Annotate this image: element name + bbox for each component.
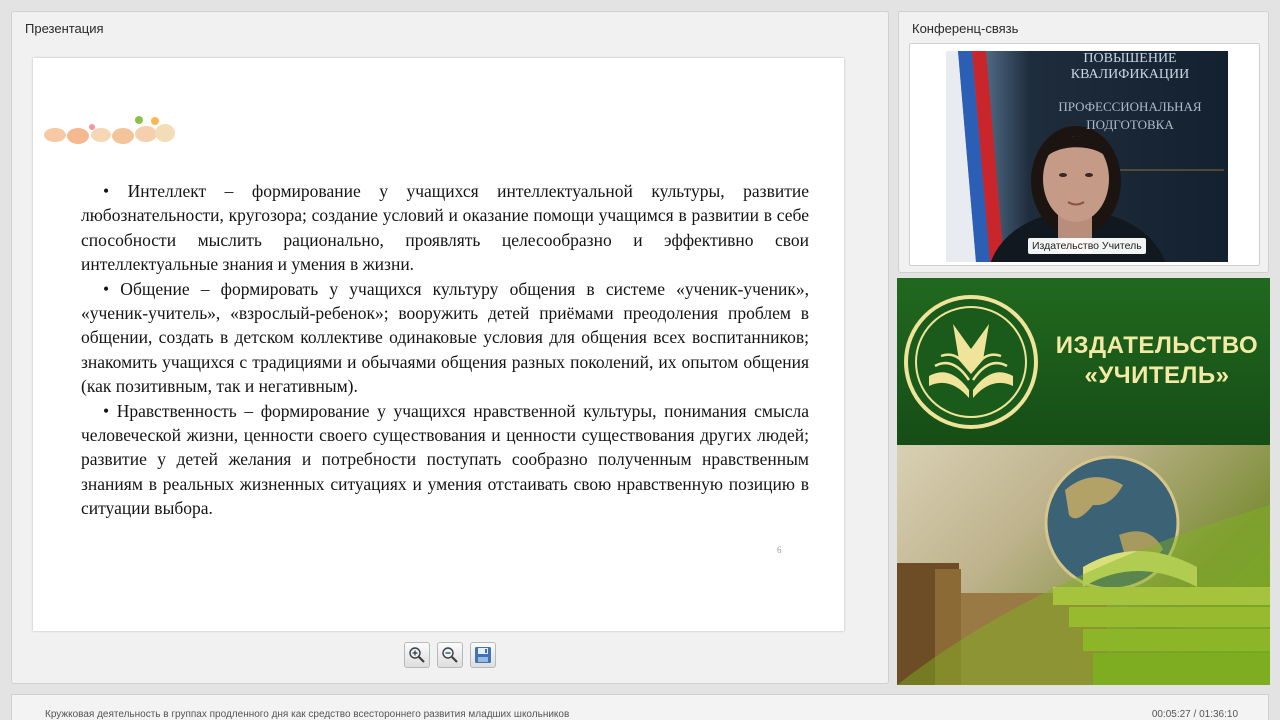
speaker-video[interactable]: ПОВЫШЕНИЕ КВАЛИФИКАЦИИ ПРОФЕССИОНАЛЬНАЯ …	[946, 51, 1228, 262]
publisher-banner: ИЗДАТЕЛЬСТВО «УЧИТЕЛЬ»	[897, 278, 1270, 685]
zoom-out-icon	[442, 647, 458, 663]
slide: • Интеллект – формирование у учащихся ин…	[33, 58, 844, 631]
children-illustration	[44, 116, 175, 144]
publisher-logo-icon	[904, 295, 1038, 429]
course-title: Кружковая деятельность в группах продлен…	[45, 709, 570, 720]
presentation-panel-title: Презентация	[25, 21, 104, 36]
floppy-disk-icon	[475, 647, 491, 663]
video-frame: ПОВЫШЕНИЕ КВАЛИФИКАЦИИ ПРОФЕССИОНАЛЬНАЯ …	[909, 43, 1260, 266]
presentation-panel: Презентация • Интеллект – формирование у…	[11, 11, 889, 684]
conference-panel: Конференц-связь ПОВЫШЕНИЕ КВАЛИФИКАЦИИ П…	[898, 11, 1269, 273]
playback-time: 00:05:27 / 01:36:10	[1151, 709, 1238, 720]
publisher-banner-header: ИЗДАТЕЛЬСТВО «УЧИТЕЛЬ»	[897, 278, 1270, 445]
slide-paragraph-morality: • Нравственность – формирование у учащих…	[81, 400, 809, 519]
banner-line-4: ПОДГОТОВКА	[1086, 117, 1174, 132]
conference-panel-title: Конференц-связь	[912, 21, 1019, 36]
slide-text: • Интеллект – формирование у учащихся ин…	[81, 179, 809, 521]
banner-line-2: КВАЛИФИКАЦИИ	[1070, 67, 1190, 82]
slide-page-number: 6	[777, 545, 782, 555]
slide-paragraph-communication: • Общение – формировать у учащихся культ…	[81, 278, 809, 397]
slide-paragraph-intellect: • Интеллект – формирование у учащихся ин…	[81, 181, 809, 275]
books-globe-illustration	[897, 455, 1270, 685]
banner-line-1: ПОВЫШЕНИЕ	[1083, 51, 1177, 66]
status-bar: Кружковая деятельность в группах продлен…	[11, 694, 1269, 720]
publisher-name-line2: «УЧИТЕЛЬ»	[1084, 362, 1230, 389]
publisher-name-line1: ИЗДАТЕЛЬСТВО	[1055, 332, 1259, 359]
speaker-caption: Издательство Учитель	[1028, 238, 1146, 254]
zoom-in-icon	[409, 647, 425, 663]
zoom-out-button[interactable]	[437, 642, 463, 668]
save-button[interactable]	[470, 642, 496, 668]
banner-line-3: ПРОФЕССИОНАЛЬНАЯ	[1058, 99, 1202, 114]
books-globe-image	[897, 445, 1270, 685]
zoom-in-button[interactable]	[404, 642, 430, 668]
